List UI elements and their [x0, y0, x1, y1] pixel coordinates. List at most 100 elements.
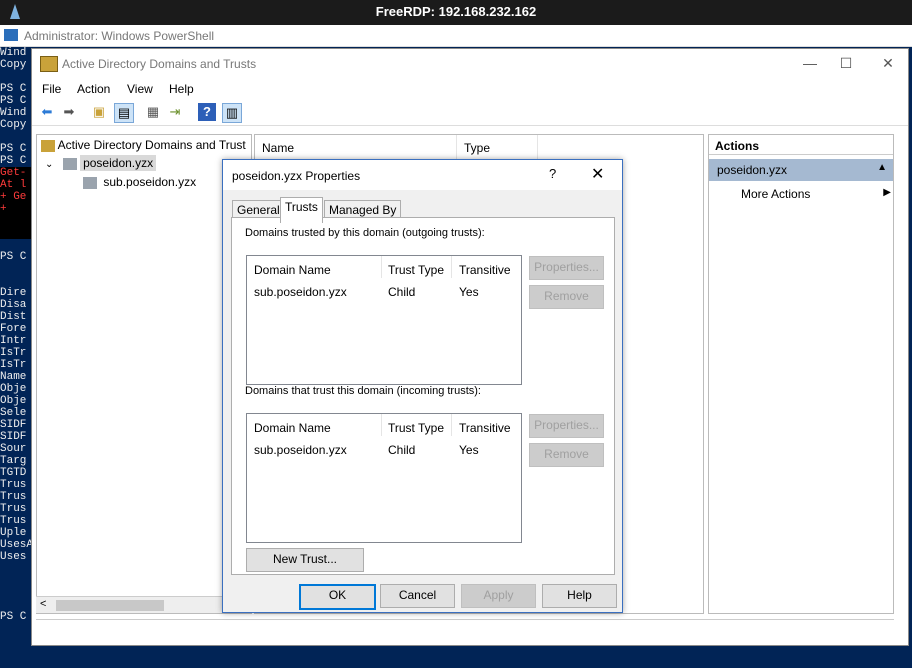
console-line: Sour [0, 443, 27, 455]
back-arrow-icon[interactable]: ⬅ [38, 103, 56, 121]
help-icon[interactable]: ? [198, 103, 216, 121]
console-line: SIDF [0, 419, 27, 431]
ok-button[interactable]: OK [299, 584, 376, 610]
column-transitive[interactable]: Transitive [459, 421, 511, 435]
collapse-up-icon[interactable]: ▲ [877, 162, 887, 173]
up-folder-icon[interactable]: ▣ [90, 103, 108, 121]
menu-view[interactable]: View [127, 82, 153, 96]
chevron-down-icon[interactable]: ⌄ [45, 159, 53, 170]
column-divider [456, 135, 457, 159]
console-line: PS C [0, 143, 27, 155]
more-actions-item[interactable]: More Actions ▶ [741, 187, 891, 201]
cancel-button[interactable]: Cancel [380, 584, 455, 608]
powershell-title-bar[interactable]: Administrator: Windows PowerShell [0, 25, 912, 47]
tab-trusts[interactable]: Trusts [280, 197, 323, 223]
export-list-icon[interactable]: ⇥ [166, 103, 184, 121]
menu-bar: File Action View Help [32, 79, 908, 99]
column-transitive[interactable]: Transitive [459, 263, 511, 277]
console-line: Uple [0, 527, 27, 539]
outgoing-trusts-list[interactable]: Domain Name Trust Type Transitive sub.po… [246, 255, 522, 385]
console-line: Trus [0, 491, 27, 503]
console-line: Get- [0, 167, 33, 179]
trust-type: Child [388, 443, 416, 457]
incoming-trusts-label: Domains that trust this domain (incoming… [245, 385, 481, 397]
domain-icon [83, 176, 97, 189]
incoming-properties-button[interactable]: Properties... [529, 414, 604, 438]
trust-domain-name[interactable]: sub.poseidon.yzx [254, 285, 347, 299]
help-button[interactable]: Help [542, 584, 617, 608]
status-bar [36, 619, 894, 639]
actions-group-poseidon[interactable]: poseidon.yzx ▲ [709, 159, 893, 181]
console-line: Wind [0, 107, 27, 119]
ad-window-title: Active Directory Domains and Trusts [62, 57, 257, 71]
console-line: At l [0, 179, 33, 191]
menu-file[interactable]: File [42, 82, 61, 96]
console-line: PS C [0, 251, 27, 263]
column-domain-name[interactable]: Domain Name [254, 263, 331, 277]
outgoing-remove-button[interactable]: Remove [529, 285, 604, 309]
tree-domain-sub[interactable]: sub.poseidon.yzx [83, 175, 196, 189]
close-icon[interactable]: ✕ [591, 164, 611, 184]
dialog-title-bar[interactable]: poseidon.yzx Properties ? ✕ [223, 160, 622, 190]
column-divider [381, 256, 382, 278]
powershell-console[interactable]: Wind Copy PS C PS C Wind Copy PS C PS C Get- At l… [0, 47, 33, 668]
show-action-pane-icon[interactable]: ▥ [222, 103, 242, 123]
actions-pane: Actions poseidon.yzx ▲ More Actions ▶ [708, 134, 894, 614]
outgoing-properties-button[interactable]: Properties... [529, 256, 604, 280]
menu-action[interactable]: Action [77, 82, 110, 96]
console-line: Wind [0, 47, 27, 59]
properties-icon[interactable]: ▦ [144, 103, 162, 121]
chevron-right-icon: ▶ [883, 187, 891, 198]
console-line: Trus [0, 479, 27, 491]
incoming-remove-button[interactable]: Remove [529, 443, 604, 467]
actions-header: Actions [709, 135, 893, 155]
column-trust-type[interactable]: Trust Type [388, 263, 444, 277]
dialog-title: poseidon.yzx Properties [232, 169, 361, 183]
outgoing-trusts-label: Domains trusted by this domain (outgoing… [245, 227, 485, 239]
console-line: UsesA [0, 539, 33, 551]
console-line: Obje [0, 395, 27, 407]
column-domain-name[interactable]: Domain Name [254, 421, 331, 435]
tree-root[interactable]: Active Directory Domains and Trust [41, 138, 246, 152]
column-name[interactable]: Name [262, 141, 294, 155]
rdp-title-bar: FreeRDP: 192.168.232.162 [0, 0, 912, 25]
ad-app-icon [40, 56, 58, 72]
column-type[interactable]: Type [464, 141, 490, 155]
console-line: Sele [0, 407, 27, 419]
chevron-left-icon[interactable]: < [40, 598, 46, 610]
console-line: PS C [0, 611, 27, 623]
close-icon[interactable]: ✕ [870, 53, 906, 73]
minimize-icon[interactable]: — [792, 53, 828, 73]
console-line [0, 215, 33, 227]
show-hide-tree-icon[interactable]: ▤ [114, 103, 134, 123]
column-trust-type[interactable]: Trust Type [388, 421, 444, 435]
powershell-icon [4, 29, 18, 41]
incoming-trusts-list[interactable]: Domain Name Trust Type Transitive sub.po… [246, 413, 522, 543]
help-question-icon[interactable]: ? [549, 166, 565, 181]
toolbar: ⬅ ➡ ▣ ▤ ▦ ⇥ ? ▥ [32, 100, 908, 126]
console-line: Name [0, 371, 27, 383]
forward-arrow-icon[interactable]: ➡ [60, 103, 78, 121]
tree-domain-poseidon[interactable]: ⌄ poseidon.yzx [45, 155, 157, 171]
ad-title-bar[interactable]: Active Directory Domains and Trusts — ☐ … [32, 49, 908, 79]
console-line: + Ge [0, 191, 33, 203]
menu-help[interactable]: Help [169, 82, 194, 96]
rdp-title: FreeRDP: 192.168.232.162 [375, 4, 537, 19]
new-trust-button[interactable]: New Trust... [246, 548, 364, 572]
scrollbar-thumb[interactable] [56, 600, 164, 611]
tree-horizontal-scrollbar[interactable]: < [36, 596, 252, 613]
trust-domain-name[interactable]: sub.poseidon.yzx [254, 443, 347, 457]
console-line: Intr [0, 335, 27, 347]
trust-transitive: Yes [459, 285, 479, 299]
apply-button[interactable]: Apply [461, 584, 536, 608]
maximize-icon[interactable]: ☐ [828, 53, 864, 73]
console-line: Copy [0, 59, 27, 71]
trust-transitive: Yes [459, 443, 479, 457]
